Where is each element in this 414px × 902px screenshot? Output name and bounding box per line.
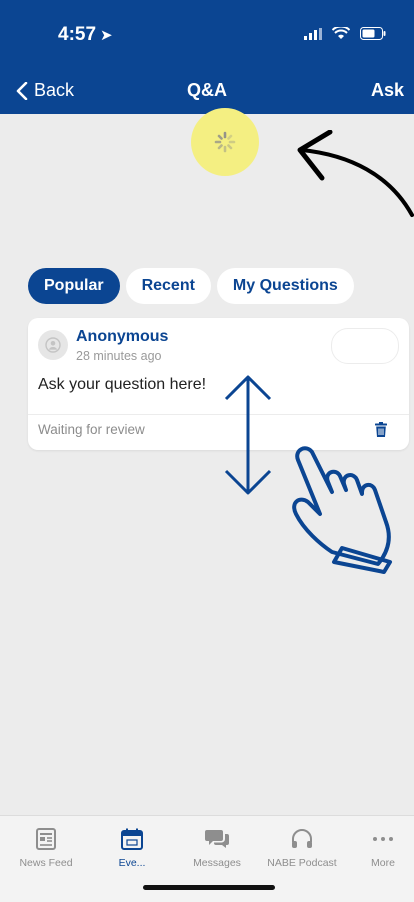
- question-time: 28 minutes ago: [76, 349, 162, 363]
- signal-icon: [304, 27, 322, 40]
- location-arrow-icon: ➤: [100, 27, 113, 44]
- tab-label: NABE Podcast: [267, 857, 337, 869]
- question-author: Anonymous: [76, 328, 169, 345]
- up-down-arrow-icon: [224, 375, 272, 495]
- news-feed-icon: [36, 828, 56, 850]
- trash-icon[interactable]: [375, 422, 387, 437]
- user-icon: [45, 337, 61, 353]
- battery-icon: [360, 27, 386, 40]
- question-tabs: Popular Recent My Questions: [28, 268, 354, 304]
- hand-pointer-icon: [292, 446, 392, 574]
- loading-spinner-highlight: [191, 108, 259, 176]
- tab-label: Messages: [193, 857, 241, 869]
- calendar-icon: [121, 828, 143, 850]
- tab-recent[interactable]: Recent: [125, 268, 211, 304]
- tab-messages[interactable]: Messages: [177, 826, 257, 869]
- tab-events[interactable]: Eve...: [92, 826, 172, 869]
- ask-button[interactable]: Ask: [371, 80, 404, 101]
- question-text: Ask your question here!: [38, 376, 207, 393]
- status-time-text: 4:57: [58, 24, 97, 45]
- tab-label: Eve...: [118, 857, 146, 869]
- bottom-tab-bar: News Feed Eve... Messages NABE Podcast M…: [0, 815, 414, 902]
- tab-label: More: [371, 857, 395, 869]
- annotation-arrow-icon: [297, 130, 414, 217]
- avatar: [38, 330, 68, 360]
- question-card[interactable]: Anonymous 28 minutes ago Ask your questi…: [28, 318, 409, 450]
- status-bar: 4:57 ➤: [0, 0, 414, 72]
- tab-label: News Feed: [19, 857, 73, 869]
- card-divider: [28, 414, 409, 415]
- tab-nabe-podcast[interactable]: NABE Podcast: [262, 826, 342, 869]
- status-time: 4:57 ➤: [58, 24, 113, 46]
- messages-icon: [205, 830, 229, 848]
- review-status: Waiting for review: [38, 422, 145, 437]
- nav-bar: Back Q&A Ask: [0, 72, 414, 114]
- tab-my-questions[interactable]: My Questions: [216, 268, 354, 304]
- page-title: Q&A: [187, 80, 227, 100]
- tab-more[interactable]: More: [343, 826, 414, 869]
- tab-popular[interactable]: Popular: [28, 268, 120, 304]
- vote-button[interactable]: [331, 328, 399, 364]
- tab-news-feed[interactable]: News Feed: [6, 826, 86, 869]
- wifi-icon: [332, 27, 350, 39]
- more-icon: [373, 837, 393, 841]
- home-indicator: [143, 885, 275, 890]
- status-icons: [304, 27, 386, 40]
- headphones-icon: [292, 829, 312, 848]
- loading-spinner-icon: [214, 131, 236, 153]
